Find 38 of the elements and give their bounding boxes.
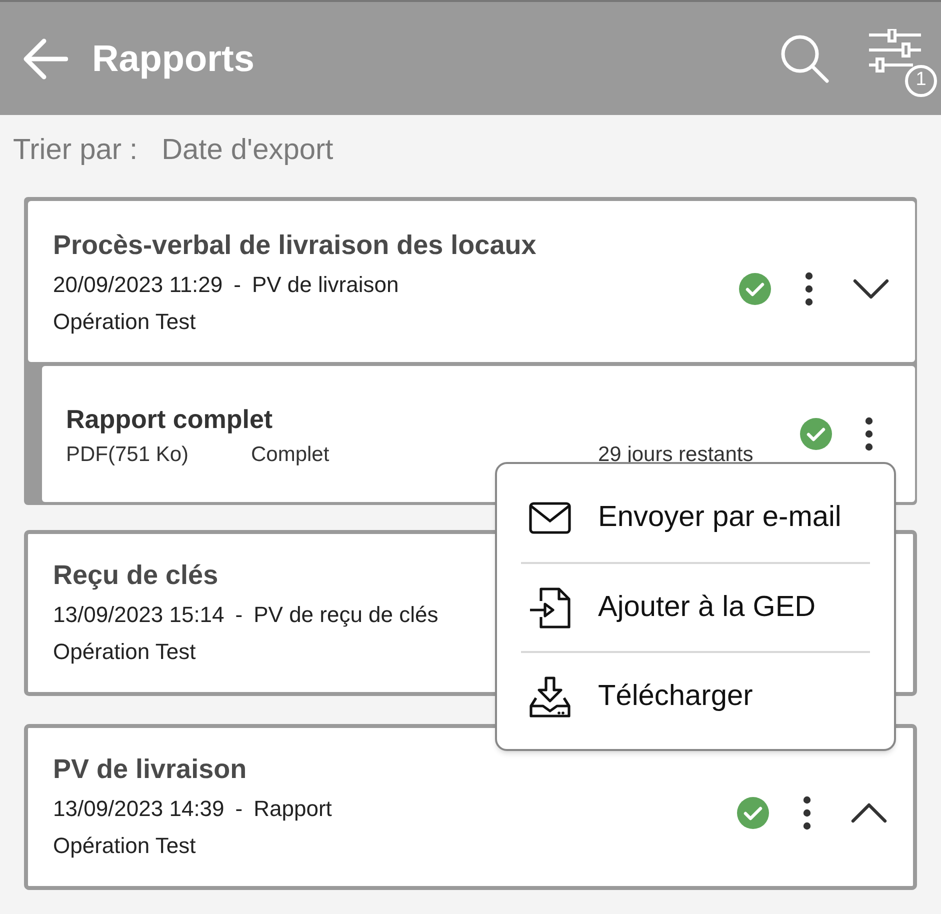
more-options-icon[interactable] bbox=[803, 796, 811, 830]
separator-dash: - bbox=[235, 601, 243, 629]
download-tray-icon bbox=[529, 676, 571, 718]
filter-sliders-icon[interactable] bbox=[869, 28, 921, 72]
report-date: 20/09/2023 11:29 bbox=[53, 270, 223, 298]
filter-count-badge: 1 bbox=[905, 64, 937, 96]
more-options-icon[interactable] bbox=[805, 272, 813, 306]
file-format: PDF(751 Ko) bbox=[66, 442, 190, 468]
report-type: PV de reçu de clés bbox=[254, 601, 438, 629]
report-date: 13/09/2023 15:14 bbox=[53, 601, 224, 629]
sort-label: Trier par : bbox=[13, 133, 138, 168]
report-card[interactable]: Procès-verbal de livraison des locaux 20/09/2023 11:29 - PV de livraison Opération Test bbox=[28, 201, 915, 362]
report-type: Rapport bbox=[254, 795, 332, 823]
report-title: Reçu de clés bbox=[53, 559, 220, 592]
separator-dash: - bbox=[235, 795, 243, 823]
screen-title: Rapports bbox=[92, 36, 254, 81]
report-card[interactable]: PV de livraison 13/09/2023 14:39 - Rapport Opération Test bbox=[24, 724, 917, 890]
report-title: PV de livraison bbox=[53, 753, 248, 786]
report-scope: Complet bbox=[251, 442, 330, 468]
report-operation: Opération Test bbox=[53, 832, 197, 860]
report-operation: Opération Test bbox=[53, 638, 197, 666]
file-import-icon bbox=[529, 586, 571, 628]
search-icon[interactable] bbox=[779, 32, 831, 84]
report-type: PV de livraison bbox=[252, 270, 399, 298]
menu-item[interactable]: Télécharger bbox=[521, 651, 870, 740]
report-title: Procès-verbal de livraison des locaux bbox=[53, 228, 538, 262]
chevron-up-icon[interactable] bbox=[851, 803, 887, 823]
sub-report-title: Rapport complet bbox=[66, 403, 274, 436]
report-date: 13/09/2023 14:39 bbox=[53, 795, 224, 823]
menu-item[interactable]: Ajouter à la GED bbox=[521, 562, 870, 651]
sort-value[interactable]: Date d'export bbox=[162, 129, 334, 173]
report-operation: Opération Test bbox=[53, 308, 197, 336]
envelope-icon bbox=[529, 502, 571, 534]
back-arrow-icon[interactable] bbox=[22, 36, 68, 80]
chevron-down-icon[interactable] bbox=[853, 278, 889, 298]
separator-dash: - bbox=[234, 270, 241, 298]
more-options-icon[interactable] bbox=[865, 417, 873, 451]
days-remaining: 29 jours restants bbox=[598, 442, 754, 468]
